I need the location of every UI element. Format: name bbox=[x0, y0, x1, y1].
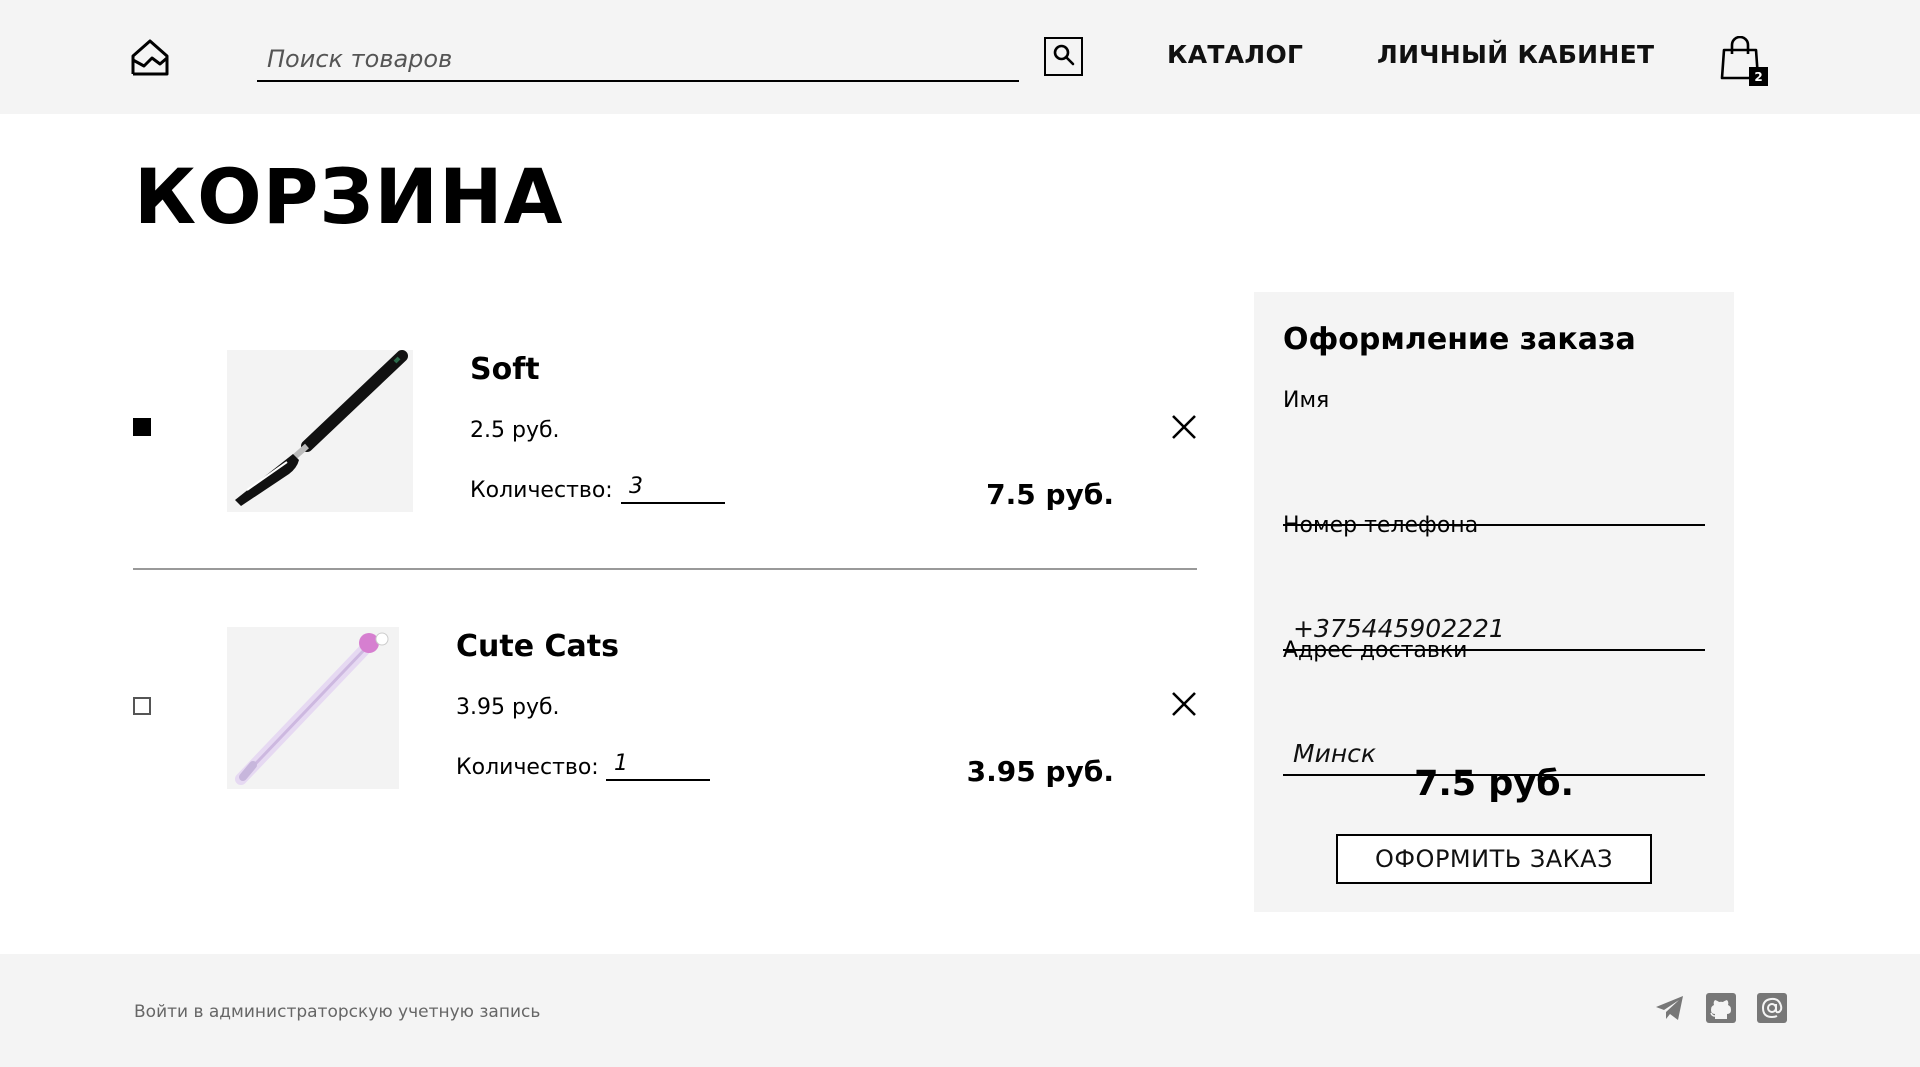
address-label: Адрес доставки bbox=[1283, 638, 1468, 663]
github-icon[interactable] bbox=[1705, 992, 1737, 1024]
item-select-checkbox[interactable] bbox=[133, 418, 151, 436]
cart-button[interactable]: 2 bbox=[1720, 35, 1768, 88]
admin-login-link[interactable]: Войти в администраторскую учетную запись bbox=[134, 1002, 540, 1022]
telegram-icon[interactable] bbox=[1654, 992, 1686, 1024]
cart-item: Cute Cats 3.95 руб. Количество: 3.95 руб… bbox=[133, 627, 1197, 789]
cart-item: Soft 2.5 руб. Количество: 7.5 руб. bbox=[133, 350, 1197, 512]
search-button[interactable] bbox=[1044, 37, 1083, 76]
item-total: 7.5 руб. bbox=[986, 478, 1114, 511]
order-form-panel: Оформление заказа Имя Номер телефона Адр… bbox=[1254, 292, 1734, 912]
quantity-input[interactable] bbox=[621, 470, 725, 504]
product-image[interactable] bbox=[227, 350, 413, 512]
nav-catalog-link[interactable]: КАТАЛОГ bbox=[1167, 40, 1303, 69]
page-title: КОРЗИНА bbox=[134, 152, 564, 241]
site-header: КАТАЛОГ ЛИЧНЫЙ КАБИНЕТ 2 bbox=[0, 0, 1920, 114]
search-icon bbox=[1052, 43, 1076, 70]
product-image[interactable] bbox=[227, 627, 399, 789]
item-divider bbox=[133, 568, 1197, 570]
remove-item-button[interactable] bbox=[1171, 414, 1197, 440]
quantity-label: Количество: bbox=[470, 478, 613, 503]
cart-count-badge: 2 bbox=[1749, 67, 1768, 86]
close-icon bbox=[1171, 415, 1197, 444]
place-order-button[interactable]: ОФОРМИТЬ ЗАКАЗ bbox=[1336, 834, 1652, 884]
order-total: 7.5 руб. bbox=[1414, 764, 1574, 804]
item-total: 3.95 руб. bbox=[966, 755, 1114, 788]
name-label: Имя bbox=[1283, 388, 1330, 413]
order-form-title: Оформление заказа bbox=[1283, 322, 1636, 357]
item-unit-price: 2.5 руб. bbox=[470, 418, 560, 443]
logo-icon[interactable] bbox=[130, 36, 174, 80]
nav-account-link[interactable]: ЛИЧНЫЙ КАБИНЕТ bbox=[1377, 40, 1654, 69]
item-unit-price: 3.95 руб. bbox=[456, 695, 560, 720]
search-input[interactable] bbox=[257, 38, 1019, 80]
item-select-checkbox[interactable] bbox=[133, 697, 151, 715]
item-name[interactable]: Soft bbox=[470, 352, 540, 387]
item-name[interactable]: Cute Cats bbox=[456, 629, 619, 664]
close-icon bbox=[1171, 692, 1197, 721]
at-sign-icon[interactable] bbox=[1756, 992, 1788, 1024]
search-field bbox=[257, 38, 1019, 82]
site-footer: Войти в администраторскую учетную запись bbox=[0, 954, 1920, 1067]
quantity-label: Количество: bbox=[456, 755, 599, 780]
quantity-input[interactable] bbox=[606, 747, 710, 781]
phone-label: Номер телефона bbox=[1283, 513, 1479, 538]
remove-item-button[interactable] bbox=[1171, 691, 1197, 717]
